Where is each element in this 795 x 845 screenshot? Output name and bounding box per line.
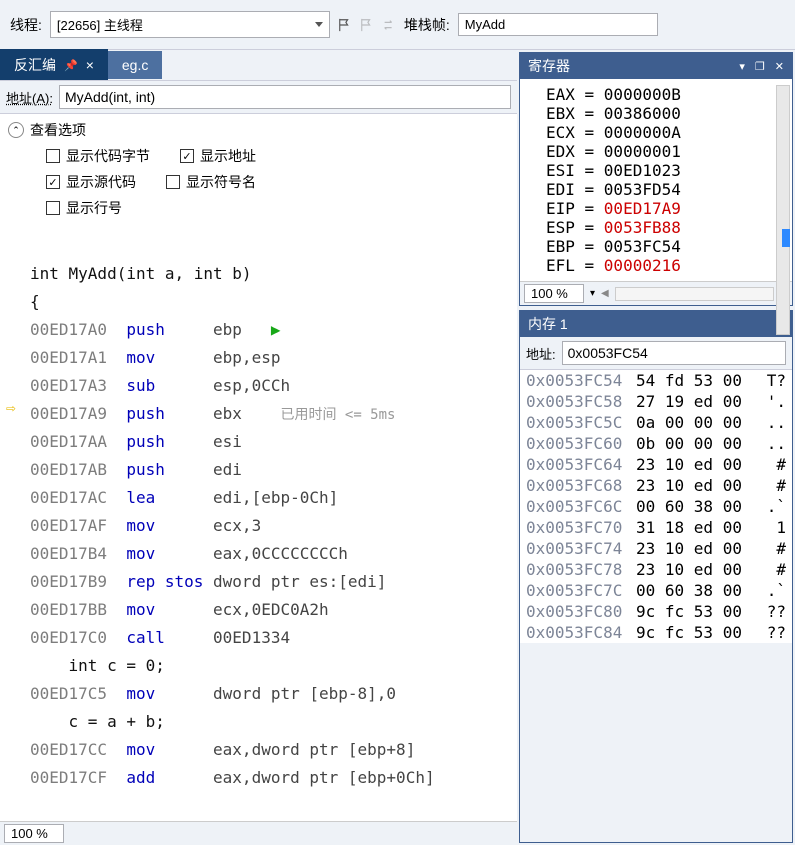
memory-view[interactable]: 0x0053FC5454 fd 53 00 T?0x0053FC5827 19 … <box>520 370 792 643</box>
memory-addr-input[interactable] <box>562 341 786 365</box>
register-row: EBP = 0053FC54 <box>546 237 784 256</box>
register-row: EBX = 00386000 <box>546 104 784 123</box>
memory-title: 内存 1 <box>520 311 792 337</box>
current-line-arrow-icon: ⇨ <box>6 398 16 417</box>
close-panel-icon[interactable]: ✕ <box>775 60 784 73</box>
stackframe-label: 堆栈帧: <box>404 15 450 35</box>
opt-source[interactable]: ✓显示源代码 <box>46 172 136 192</box>
registers-title: 寄存器 <box>528 56 570 76</box>
opt-address[interactable]: ✓显示地址 <box>180 146 256 166</box>
register-row: ECX = 0000000A <box>546 123 784 142</box>
memory-panel: 内存 1 地址: 0x0053FC5454 fd 53 00 T?0x0053F… <box>519 310 793 843</box>
register-row: ESP = 0053FB88 <box>546 218 784 237</box>
memory-row: 0x0053FC7423 10 ed 00 # <box>520 538 792 559</box>
memory-addr-label: 地址: <box>526 344 556 363</box>
address-input[interactable] <box>59 85 511 109</box>
chevron-down-icon[interactable]: ▾ <box>590 288 595 299</box>
threads-label: 线程: <box>10 15 42 35</box>
memory-row: 0x0053FC7031 18 ed 00 1 <box>520 517 792 538</box>
memory-row: 0x0053FC5C0a 00 00 00 .. <box>520 412 792 433</box>
document-tabs: 反汇编 📌 × eg.c <box>0 50 517 80</box>
register-row: EAX = 0000000B <box>546 85 784 104</box>
swap-icon[interactable] <box>382 18 396 32</box>
tab-source-file[interactable]: eg.c <box>108 51 162 79</box>
stackframe-dropdown[interactable]: MyAdd <box>458 13 658 36</box>
close-icon[interactable]: × <box>86 57 94 73</box>
options-toggle[interactable]: ⌃ 查看选项 <box>8 120 509 140</box>
thread-dropdown[interactable]: [22656] 主线程 <box>50 11 330 38</box>
scroll-marker <box>782 229 790 247</box>
opt-symbol[interactable]: 显示符号名 <box>166 172 256 192</box>
view-options: ⌃ 查看选项 显示代码字节 ✓显示地址 ✓显示源代码 显示符号名 显示行号 <box>0 114 517 224</box>
register-row: EIP = 00ED17A9 <box>546 199 784 218</box>
tab-disassembly[interactable]: 反汇编 📌 × <box>0 49 108 81</box>
memory-row: 0x0053FC849c fc 53 00 ?? <box>520 622 792 643</box>
toolbar: 线程: [22656] 主线程 堆栈帧: MyAdd <box>0 0 795 50</box>
registers-panel: 寄存器 ▾ ❐ ✕ EAX = 0000000BEBX = 00386000EC… <box>519 52 793 306</box>
register-row: EDX = 00000001 <box>546 142 784 161</box>
register-row: EDI = 0053FD54 <box>546 180 784 199</box>
memory-row: 0x0053FC6423 10 ed 00 # <box>520 454 792 475</box>
memory-row: 0x0053FC600b 00 00 00 .. <box>520 433 792 454</box>
zoom-bar-left: 100 % <box>0 821 517 845</box>
flag-icon[interactable] <box>338 18 352 32</box>
arrow-left-icon[interactable]: ◀ <box>601 288 609 299</box>
memory-row: 0x0053FC6C00 60 38 00 .` <box>520 496 792 517</box>
register-row: ESI = 00ED1023 <box>546 161 784 180</box>
memory-row: 0x0053FC7C00 60 38 00 .` <box>520 580 792 601</box>
scrollbar[interactable] <box>776 85 790 335</box>
window-icon[interactable]: ❐ <box>755 60 765 73</box>
memory-row: 0x0053FC809c fc 53 00 ?? <box>520 601 792 622</box>
chevron-down-icon <box>315 22 323 27</box>
opt-code-bytes[interactable]: 显示代码字节 <box>46 146 150 166</box>
address-label: 地址(A): <box>6 88 53 107</box>
thread-value: [22656] 主线程 <box>57 15 143 34</box>
scroll-track[interactable] <box>615 287 775 301</box>
dropdown-icon[interactable]: ▾ <box>739 60 745 73</box>
flag-two-icon[interactable] <box>360 18 374 32</box>
zoom-left[interactable]: 100 % <box>4 824 64 843</box>
disassembly-view[interactable]: int MyAdd(int a, int b) { 00ED17A0 push … <box>0 224 517 821</box>
memory-row: 0x0053FC7823 10 ed 00 # <box>520 559 792 580</box>
memory-row: 0x0053FC5827 19 ed 00 '. <box>520 391 792 412</box>
pin-icon[interactable]: 📌 <box>64 59 78 72</box>
address-bar: 地址(A): <box>0 80 517 114</box>
register-row: EFL = 00000216 <box>546 256 784 275</box>
chevron-up-icon: ⌃ <box>8 122 24 138</box>
zoom-reg[interactable]: 100 % <box>524 284 584 303</box>
memory-row: 0x0053FC5454 fd 53 00 T? <box>520 370 792 391</box>
memory-row: 0x0053FC6823 10 ed 00 # <box>520 475 792 496</box>
stack-value: MyAdd <box>465 17 505 32</box>
opt-line[interactable]: 显示行号 <box>46 198 122 218</box>
